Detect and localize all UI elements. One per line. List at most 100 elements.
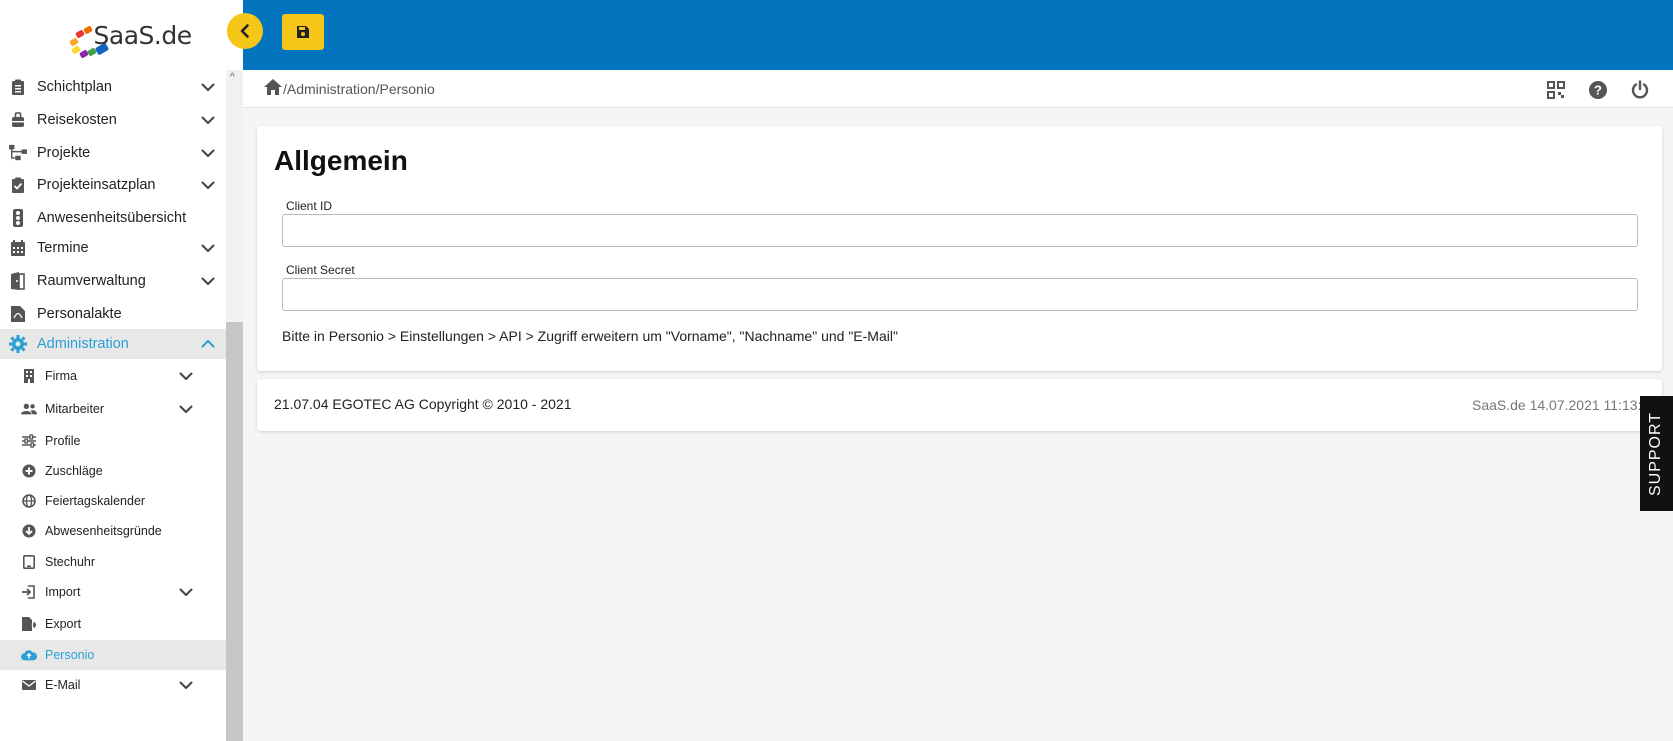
sidebar-subitem-mitarbeiter[interactable]: Mitarbeiter — [0, 394, 226, 424]
chevron-down-icon[interactable] — [200, 240, 216, 256]
sidebar-item-schichtplan[interactable]: Schichtplan — [0, 72, 226, 102]
client-secret-label: Client Secret — [286, 263, 355, 277]
chevron-down-icon[interactable] — [200, 145, 216, 161]
door-icon — [9, 272, 27, 290]
chevron-down-icon[interactable] — [178, 368, 194, 384]
chevron-down-icon[interactable] — [178, 677, 194, 693]
sidebar-subitem-firma[interactable]: Firma — [0, 361, 226, 391]
luggage-icon — [9, 111, 27, 129]
gear-icon — [9, 335, 27, 353]
breadcrumb[interactable]: /Administration/Personio — [283, 81, 435, 97]
page-title: Allgemein — [274, 145, 408, 176]
client-id-input[interactable] — [282, 214, 1638, 247]
support-tab[interactable]: SUPPORT — [1640, 396, 1673, 511]
chevron-left-icon — [240, 24, 249, 38]
chevron-down-icon[interactable] — [200, 177, 216, 193]
sidebar-item-projekte[interactable]: Projekte — [0, 138, 226, 168]
building-icon — [21, 368, 37, 384]
sidebar-subitem-export[interactable]: Export — [0, 609, 226, 639]
sidebar-item-label: Raumverwaltung — [37, 273, 146, 289]
cloud-upload-icon — [21, 647, 37, 663]
sliders-icon — [21, 433, 37, 449]
sidebar-subitem-label: E-Mail — [45, 678, 81, 692]
sidebar-subitem-personio[interactable]: Personio — [0, 640, 226, 670]
client-id-label: Client ID — [286, 199, 333, 213]
help-icon[interactable]: ? — [1587, 79, 1609, 101]
clipboard-check-icon — [9, 176, 27, 194]
home-icon[interactable] — [263, 78, 283, 96]
export-icon — [21, 616, 37, 632]
sidebar-subitem-label: Import — [45, 585, 81, 599]
svg-text:?: ? — [1594, 83, 1602, 98]
breadcrumb-bar: /Administration/Personio ? — [243, 70, 1673, 108]
power-icon[interactable] — [1629, 79, 1651, 101]
header-actions: ? — [1545, 79, 1651, 101]
save-button[interactable] — [282, 14, 324, 50]
chevron-down-icon[interactable] — [200, 112, 216, 128]
sidebar-subitem-zuschläge[interactable]: Zuschläge — [0, 456, 226, 486]
project-tree-icon — [9, 144, 27, 162]
sidebar-item-reisekosten[interactable]: Reisekosten — [0, 105, 226, 135]
chevron-down-icon[interactable] — [178, 401, 194, 417]
globe-icon — [21, 493, 37, 509]
footer: 21.07.04 EGOTEC AG Copyright © 2010 - 20… — [257, 379, 1662, 431]
sidebar-subitem-label: Abwesenheitsgründe — [45, 524, 162, 538]
traffic-light-icon — [9, 209, 27, 227]
chevron-up-icon[interactable] — [200, 336, 216, 352]
import-icon — [21, 584, 37, 600]
collapse-sidebar-button[interactable] — [227, 13, 263, 49]
sidebar-subitem-profile[interactable]: Profile — [0, 426, 226, 456]
chevron-down-icon[interactable] — [200, 273, 216, 289]
sidebar: SaaS.de Schichtplan Reisekosten Projekte Pr… — [0, 0, 243, 741]
version-copyright: 21.07.04 EGOTEC AG Copyright © 2010 - 20… — [274, 396, 572, 412]
users-icon — [21, 401, 37, 417]
sidebar-subitem-label: Profile — [45, 434, 81, 448]
floppy-disk-icon — [297, 26, 309, 38]
sidebar-subitem-abwesenheitsgründe[interactable]: Abwesenheitsgründe — [0, 516, 226, 546]
scrollbar-thumb[interactable] — [226, 322, 243, 741]
sidebar-item-label: Personalakte — [37, 306, 122, 322]
chevron-down-icon[interactable] — [200, 79, 216, 95]
settings-card: Allgemein Client ID Client Secret Bitte … — [257, 126, 1662, 371]
sidebar-subitem-feiertagskalender[interactable]: Feiertagskalender — [0, 486, 226, 516]
arrow-circle-down-icon — [21, 523, 37, 539]
sidebar-subitem-e-mail[interactable]: E-Mail — [0, 670, 226, 700]
sidebar-subitem-import[interactable]: Import — [0, 577, 226, 607]
nav-list: Schichtplan Reisekosten Projekte Projektein… — [0, 70, 226, 741]
sidebar-subitem-label: Zuschläge — [45, 464, 103, 478]
sidebar-item-label: Projekteinsatzplan — [37, 177, 156, 193]
sidebar-subitem-label: Mitarbeiter — [45, 402, 105, 416]
sidebar-item-label: Administration — [37, 336, 129, 352]
sidebar-subitem-label: Personio — [45, 648, 95, 662]
sidebar-item-administration[interactable]: Administration — [0, 329, 226, 359]
scroll-up-icon[interactable]: ^ — [230, 72, 235, 83]
support-label: SUPPORT — [1647, 411, 1665, 496]
logo-text: SaaS.de — [93, 21, 193, 50]
sidebar-item-termine[interactable]: Termine — [0, 233, 226, 263]
sidebar-item-projekteinsatzplan[interactable]: Projekteinsatzplan — [0, 170, 226, 200]
qr-code-icon[interactable] — [1545, 79, 1567, 101]
sidebar-subitem-stechuhr[interactable]: Stechuhr — [0, 547, 226, 577]
calendar-icon — [9, 239, 27, 257]
envelope-icon — [21, 677, 37, 693]
sidebar-item-anwesenheitsübersicht[interactable]: Anwesenheitsübersicht — [0, 203, 226, 233]
chevron-down-icon[interactable] — [178, 584, 194, 600]
saas-logo: SaaS.de — [62, 13, 192, 59]
plus-circle-icon — [21, 463, 37, 479]
sidebar-item-raumverwaltung[interactable]: Raumverwaltung — [0, 266, 226, 296]
sidebar-subitem-label: Export — [45, 617, 82, 631]
tablet-icon — [21, 554, 37, 570]
clipboard-list-icon — [9, 78, 27, 96]
sidebar-subitem-label: Firma — [45, 369, 77, 383]
sidebar-item-label: Termine — [37, 240, 89, 256]
logo-area[interactable]: SaaS.de — [0, 0, 243, 70]
sidebar-scrollbar[interactable]: ^ — [226, 70, 243, 741]
sidebar-item-label: Projekte — [37, 145, 91, 161]
sidebar-item-personalakte[interactable]: Personalakte — [0, 299, 226, 329]
sidebar-item-label: Schichtplan — [37, 79, 112, 95]
sidebar-subitem-label: Feiertagskalender — [45, 494, 146, 508]
client-secret-input[interactable] — [282, 278, 1638, 311]
file-pdf-icon — [9, 305, 27, 323]
sidebar-item-label: Reisekosten — [37, 112, 117, 128]
sidebar-subitem-label: Stechuhr — [45, 555, 96, 569]
